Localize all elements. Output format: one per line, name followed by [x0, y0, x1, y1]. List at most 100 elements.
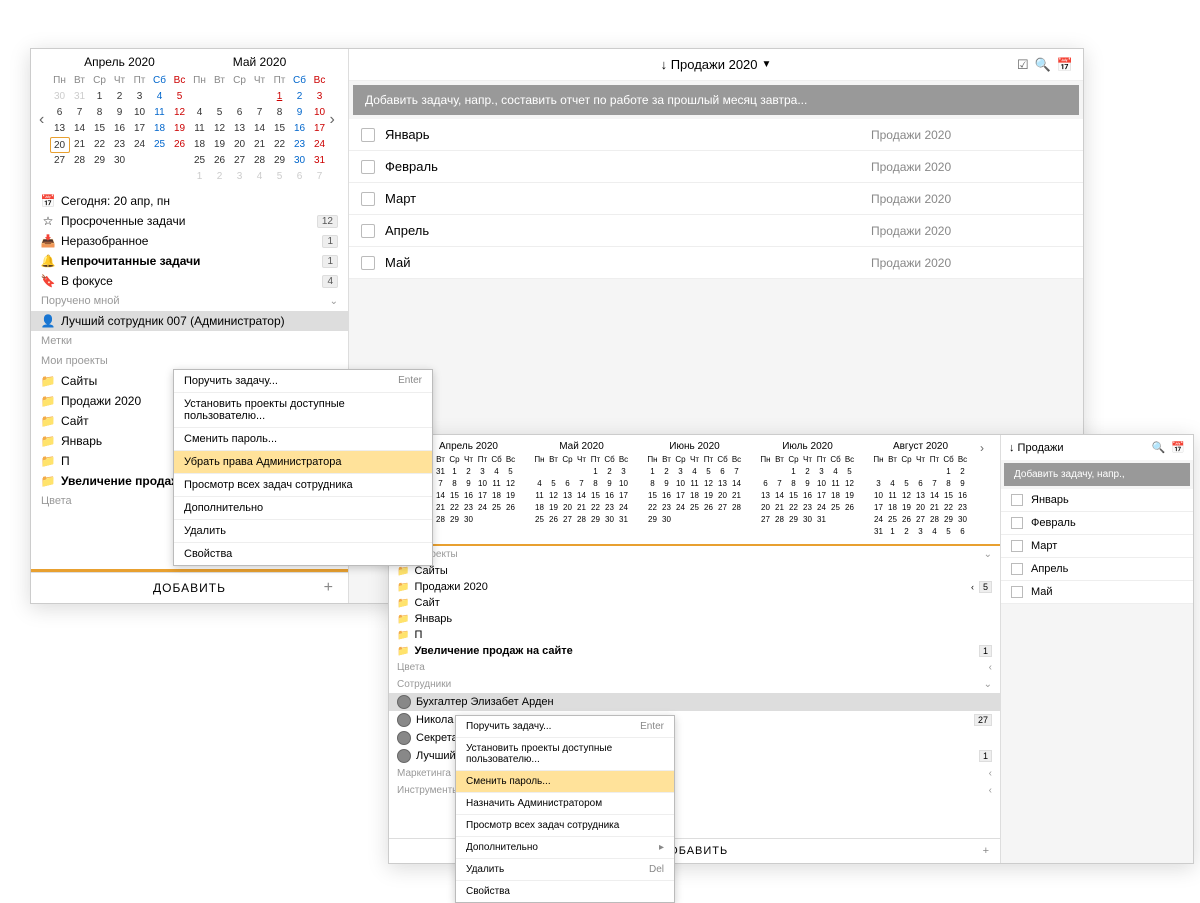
- calendar-day[interactable]: 9: [110, 105, 130, 121]
- calendar-day[interactable]: 4: [190, 105, 210, 121]
- menu-item[interactable]: Установить проекты доступные пользовател…: [456, 738, 674, 771]
- calendar-day[interactable]: 15: [448, 490, 462, 502]
- calendar-day[interactable]: 14: [928, 490, 942, 502]
- calendar-day[interactable]: 7: [575, 478, 589, 490]
- calendar-day[interactable]: 7: [310, 169, 330, 185]
- calendar-day[interactable]: 3: [476, 466, 490, 478]
- calendar-day[interactable]: 14: [575, 490, 589, 502]
- calendar-day[interactable]: 16: [462, 490, 476, 502]
- calendar-day[interactable]: 21: [434, 502, 448, 514]
- menu-item[interactable]: Сменить пароль...: [174, 428, 432, 451]
- menu-item[interactable]: Удалить: [174, 520, 432, 543]
- calendar-day[interactable]: 2: [900, 526, 914, 538]
- checkbox[interactable]: [361, 192, 375, 206]
- calendar-day[interactable]: [773, 466, 787, 478]
- calendar-day[interactable]: 5: [210, 105, 230, 121]
- calendar-day[interactable]: 7: [773, 478, 787, 490]
- calendar-day[interactable]: 30: [956, 514, 970, 526]
- calendar-day[interactable]: 30: [290, 153, 310, 169]
- calendar-day[interactable]: 17: [872, 502, 886, 514]
- calendar-day[interactable]: 25: [190, 153, 210, 169]
- calendar-day[interactable]: 15: [589, 490, 603, 502]
- calendar-day[interactable]: [928, 466, 942, 478]
- calendar-day[interactable]: 2: [110, 89, 130, 105]
- calendar-day[interactable]: 27: [50, 153, 70, 169]
- calendar-day[interactable]: 7: [70, 105, 90, 121]
- calendar-day[interactable]: 22: [448, 502, 462, 514]
- calendar-day[interactable]: 4: [928, 526, 942, 538]
- calendar-day[interactable]: 1: [787, 466, 801, 478]
- calendar-day[interactable]: 16: [603, 490, 617, 502]
- calendar-day[interactable]: 9: [462, 478, 476, 490]
- calendar-day[interactable]: 18: [190, 137, 210, 153]
- calendar-toggle-icon[interactable]: 📅: [1171, 441, 1185, 454]
- calendar-day[interactable]: 22: [646, 502, 660, 514]
- calendar-day[interactable]: 11: [688, 478, 702, 490]
- calendar-day[interactable]: 28: [575, 514, 589, 526]
- calendar-day[interactable]: 29: [270, 153, 290, 169]
- calendar-day[interactable]: 20: [716, 490, 730, 502]
- calendar-day[interactable]: 25: [150, 137, 170, 153]
- calendar-day[interactable]: [914, 466, 928, 478]
- project-item[interactable]: 📁Сайт: [389, 595, 1000, 611]
- menu-item[interactable]: Поручить задачу...Enter: [456, 716, 674, 738]
- calendar-day[interactable]: 6: [759, 478, 773, 490]
- employee-item[interactable]: Бухгалтер Элизабет Арден: [389, 693, 1000, 711]
- add-task-input-2[interactable]: Добавить задачу, напр.,: [1004, 463, 1190, 486]
- calendar-day[interactable]: 9: [660, 478, 674, 490]
- calendar-day[interactable]: 27: [914, 514, 928, 526]
- checkbox[interactable]: [1011, 586, 1023, 598]
- calendar-day[interactable]: 6: [50, 105, 70, 121]
- calendar-day[interactable]: 30: [50, 89, 70, 105]
- calendar-day[interactable]: 10: [476, 478, 490, 490]
- calendar-day[interactable]: [900, 466, 914, 478]
- calendar-day[interactable]: 6: [290, 169, 310, 185]
- calendar-day[interactable]: 15: [787, 490, 801, 502]
- title-text[interactable]: ↓ Продажи 2020: [661, 57, 758, 72]
- menu-item[interactable]: Дополнительно: [174, 497, 432, 520]
- calendar-day[interactable]: 26: [547, 514, 561, 526]
- calendar-day[interactable]: [210, 89, 230, 105]
- project-item[interactable]: 📁Январь: [389, 611, 1000, 627]
- calendar-day[interactable]: 13: [561, 490, 575, 502]
- calendar-day[interactable]: 25: [886, 514, 900, 526]
- calendar-day[interactable]: 16: [290, 121, 310, 137]
- calendar-day[interactable]: 27: [561, 514, 575, 526]
- calendar-day[interactable]: 1: [589, 466, 603, 478]
- calendar-day[interactable]: 5: [900, 478, 914, 490]
- calendar-day[interactable]: 28: [250, 153, 270, 169]
- calendar-day[interactable]: 23: [956, 502, 970, 514]
- calendar-day[interactable]: 26: [900, 514, 914, 526]
- calendar-day[interactable]: 10: [130, 105, 150, 121]
- calendar-day[interactable]: 18: [886, 502, 900, 514]
- title-text[interactable]: ↓ Продажи: [1009, 442, 1146, 454]
- calendar-day[interactable]: 3: [914, 526, 928, 538]
- menu-item[interactable]: Свойства: [174, 543, 432, 565]
- calendar-day[interactable]: 12: [170, 105, 190, 121]
- nav-today[interactable]: 📅Сегодня: 20 апр, пн: [31, 191, 348, 211]
- calendar-day[interactable]: 8: [589, 478, 603, 490]
- calendar-day[interactable]: 12: [843, 478, 857, 490]
- checkbox-icon[interactable]: ☑: [1017, 57, 1029, 73]
- calendar-day[interactable]: 31: [815, 514, 829, 526]
- calendar-day[interactable]: 3: [872, 478, 886, 490]
- menu-item[interactable]: Установить проекты доступные пользовател…: [174, 393, 432, 428]
- calendar-day[interactable]: 19: [702, 490, 716, 502]
- calendar-day[interactable]: 23: [801, 502, 815, 514]
- menu-item[interactable]: Просмотр всех задач сотрудника: [456, 815, 674, 837]
- calendar-day[interactable]: 2: [290, 89, 310, 105]
- calendar-day[interactable]: 1: [646, 466, 660, 478]
- nav-employee[interactable]: 👤Лучший сотрудник 007 (Администратор): [31, 311, 348, 331]
- calendar-day[interactable]: 6: [956, 526, 970, 538]
- checkbox[interactable]: [1011, 517, 1023, 529]
- calendar-day[interactable]: 2: [462, 466, 476, 478]
- task-row[interactable]: Февраль: [1001, 512, 1193, 535]
- calendar-day[interactable]: 31: [434, 466, 448, 478]
- calendar-day[interactable]: 30: [462, 514, 476, 526]
- calendar-day[interactable]: 31: [617, 514, 631, 526]
- checkbox[interactable]: [1011, 494, 1023, 506]
- section-colors-2[interactable]: Цвета‹: [389, 659, 1000, 676]
- calendar-day[interactable]: [230, 89, 250, 105]
- menu-item[interactable]: Просмотр всех задач сотрудника: [174, 474, 432, 497]
- calendar-day[interactable]: 23: [290, 137, 310, 153]
